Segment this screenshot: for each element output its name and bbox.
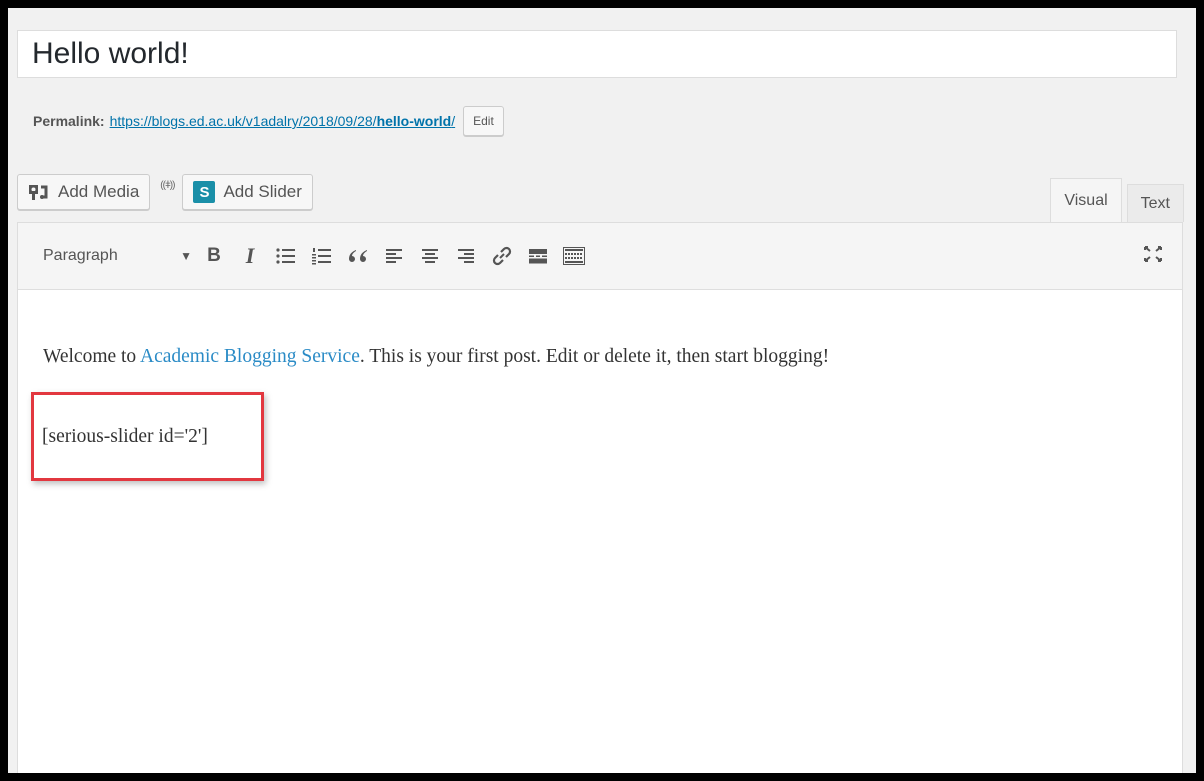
editor-screen: Permalink: https://blogs.ed.ac.uk/v1adal… bbox=[8, 8, 1196, 773]
permalink-slug: hello-world bbox=[376, 113, 452, 129]
fullscreen-icon bbox=[1144, 246, 1162, 262]
fullscreen-button[interactable] bbox=[1138, 239, 1168, 269]
intro-text-before: Welcome to bbox=[43, 346, 140, 367]
italic-icon: I bbox=[245, 243, 255, 268]
add-slider-label: Add Slider bbox=[223, 182, 302, 201]
align-right-icon bbox=[458, 249, 474, 263]
bold-icon: B bbox=[207, 245, 221, 266]
align-center-icon bbox=[422, 249, 438, 263]
post-title-field[interactable] bbox=[17, 30, 1177, 78]
permalink-link[interactable]: https://blogs.ed.ac.uk/v1adalry/2018/09/… bbox=[110, 113, 456, 129]
align-right-button[interactable] bbox=[449, 239, 483, 273]
link-button[interactable] bbox=[485, 239, 519, 273]
numbered-list-icon bbox=[312, 248, 331, 265]
editor-toolbar: Paragraph ▼ B I bbox=[18, 223, 1182, 290]
academic-blogging-link[interactable]: Academic Blogging Service bbox=[140, 346, 360, 367]
toolbar-toggle-icon bbox=[563, 247, 585, 265]
slider-logo-icon: S bbox=[193, 181, 216, 203]
editor-content[interactable]: Welcome to Academic Blogging Service. Th… bbox=[18, 290, 1182, 368]
permalink-url-base: https://blogs.ed.ac.uk/v1adalry/2018/09/… bbox=[109, 113, 377, 129]
read-more-button[interactable] bbox=[521, 239, 555, 273]
add-media-icon bbox=[28, 183, 50, 201]
add-media-button[interactable]: Add Media bbox=[17, 174, 151, 210]
intro-text-after: . This is your first post. Edit or delet… bbox=[359, 346, 830, 367]
bulleted-list-icon bbox=[276, 248, 295, 264]
blockquote-button[interactable] bbox=[341, 239, 375, 273]
tab-visual[interactable]: Visual bbox=[1050, 178, 1122, 222]
permalink-edit-button[interactable]: Edit bbox=[463, 106, 504, 136]
slider-shortcode[interactable]: [serious-slider id='2'] bbox=[42, 426, 208, 448]
align-left-icon bbox=[386, 249, 402, 263]
permalink-url-end: / bbox=[451, 113, 456, 129]
post-title-input[interactable] bbox=[18, 31, 1176, 77]
italic-button[interactable]: I bbox=[233, 239, 267, 273]
format-select[interactable]: Paragraph ▼ bbox=[33, 238, 195, 274]
chevron-down-icon: ▼ bbox=[180, 249, 192, 263]
broadcast-icon: ((ǂ)) bbox=[160, 179, 175, 191]
align-left-button[interactable] bbox=[377, 239, 411, 273]
tab-text[interactable]: Text bbox=[1126, 184, 1184, 222]
intro-paragraph[interactable]: Welcome to Academic Blogging Service. Th… bbox=[43, 346, 1158, 368]
bulleted-list-button[interactable] bbox=[269, 239, 303, 273]
bold-button[interactable]: B bbox=[197, 239, 231, 273]
permalink-row: Permalink: https://blogs.ed.ac.uk/v1adal… bbox=[33, 106, 504, 136]
link-icon bbox=[492, 246, 512, 266]
read-more-icon bbox=[529, 249, 547, 264]
editor-tabs: Visual Text bbox=[1045, 178, 1184, 222]
toolbar-toggle-button[interactable] bbox=[557, 239, 591, 273]
add-slider-button[interactable]: S Add Slider bbox=[182, 174, 313, 210]
format-select-value: Paragraph bbox=[43, 247, 118, 264]
media-buttons-row: Add Media ((ǂ)) S Add Slider bbox=[17, 172, 313, 212]
blockquote-icon bbox=[349, 250, 367, 262]
editor-area: Paragraph ▼ B I Welcome to Academic Blog… bbox=[17, 222, 1183, 773]
align-center-button[interactable] bbox=[413, 239, 447, 273]
numbered-list-button[interactable] bbox=[305, 239, 339, 273]
permalink-label: Permalink: bbox=[33, 113, 105, 129]
add-media-label: Add Media bbox=[58, 182, 140, 201]
